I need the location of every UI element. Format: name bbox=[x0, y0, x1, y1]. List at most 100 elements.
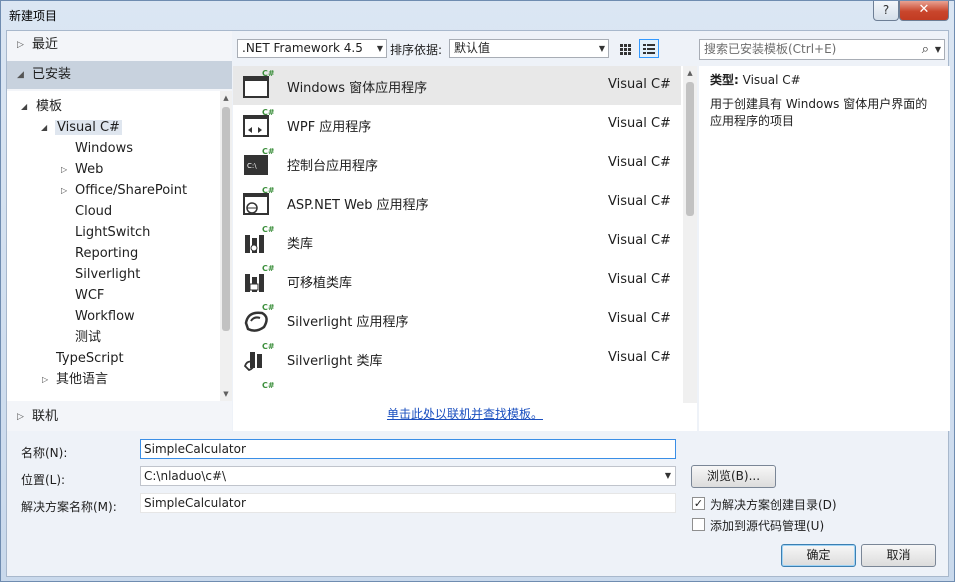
expand-arrow-icon: ▷ bbox=[61, 186, 68, 195]
create-directory-label[interactable]: 为解决方案创建目录(D) bbox=[710, 496, 837, 513]
description-text: 用于创建具有 Windows 窗体用户界面的应用程序的项目 bbox=[710, 97, 928, 128]
template-description: 类型: Visual C# 用于创建具有 Windows 窗体用户界面的应用程序… bbox=[699, 66, 950, 431]
portable-library-icon: C# bbox=[245, 264, 274, 292]
tree-item-typescript[interactable]: TypeScript bbox=[56, 348, 124, 369]
list-view-button[interactable] bbox=[639, 39, 659, 58]
svg-text:C:\: C:\ bbox=[247, 162, 257, 170]
tree-item-templates[interactable]: ◢ 模板 bbox=[21, 96, 62, 117]
svg-text:C#: C# bbox=[262, 69, 274, 78]
checkmark-icon: ✓ bbox=[693, 497, 704, 510]
tree-item-lightswitch[interactable]: LightSwitch bbox=[75, 222, 150, 243]
tree-item-visual-csharp[interactable]: ◢ Visual C# bbox=[41, 117, 122, 138]
ok-button[interactable]: 确定 bbox=[781, 544, 856, 567]
silverlight-icon: C# bbox=[244, 303, 274, 332]
template-item-silverlight-library[interactable]: C# Silverlight 类库 Visual C# bbox=[233, 339, 681, 378]
template-toolbar: .NET Framework 4.5 ▼ 排序依据: 默认值 ▼ bbox=[233, 31, 695, 61]
help-button[interactable]: ? bbox=[873, 1, 899, 21]
scroll-thumb[interactable] bbox=[222, 107, 230, 331]
sort-select[interactable]: 默认值 ▼ bbox=[449, 39, 609, 58]
template-item-class-library[interactable]: C# 类库 Visual C# bbox=[233, 222, 681, 261]
category-pane: ▷ 最近 ◢ 已安装 ◢ 模板 ◢ Visual C# Windows ▷ We… bbox=[7, 31, 232, 431]
template-item-console[interactable]: C:\ C# 控制台应用程序 Visual C# bbox=[233, 144, 681, 183]
name-label: 名称(N): bbox=[21, 446, 68, 460]
create-directory-checkbox[interactable]: ✓ bbox=[692, 497, 705, 510]
template-list-scrollbar[interactable]: ▲ ▼ bbox=[683, 66, 697, 426]
tree-item-wcf[interactable]: WCF bbox=[75, 285, 104, 306]
list-view-icon bbox=[643, 44, 655, 54]
tree-scrollbar[interactable]: ▲ ▼ bbox=[220, 91, 232, 401]
collapse-arrow-icon: ◢ bbox=[21, 102, 28, 111]
scroll-thumb[interactable] bbox=[686, 82, 694, 216]
tree-item-office-sharepoint[interactable]: ▷ Office/SharePoint bbox=[61, 180, 187, 201]
project-name-input[interactable]: SimpleCalculator bbox=[140, 439, 676, 459]
framework-select[interactable]: .NET Framework 4.5 ▼ bbox=[237, 39, 387, 58]
source-control-label[interactable]: 添加到源代码管理(U) bbox=[710, 517, 824, 534]
location-label: 位置(L): bbox=[21, 473, 66, 487]
template-item-windows-forms[interactable]: C# Windows 窗体应用程序 Visual C# bbox=[233, 66, 681, 105]
solution-name-label: 解决方案名称(M): bbox=[21, 500, 117, 514]
tree-item-windows[interactable]: Windows bbox=[75, 138, 133, 159]
svg-text:C#: C# bbox=[262, 147, 274, 156]
project-form: 名称(N): SimpleCalculator 位置(L): C:\nladuo… bbox=[7, 431, 948, 576]
wpf-icon: C# bbox=[243, 108, 274, 137]
small-icons-view-button[interactable] bbox=[615, 39, 635, 58]
scroll-up-icon[interactable]: ▲ bbox=[683, 66, 697, 80]
solution-name-input[interactable]: SimpleCalculator bbox=[140, 493, 676, 513]
expand-arrow-icon: ▷ bbox=[61, 165, 68, 174]
svg-text:C#: C# bbox=[262, 264, 274, 273]
category-recent[interactable]: ▷ 最近 bbox=[7, 31, 232, 59]
search-icon[interactable]: ⌕ bbox=[922, 40, 929, 59]
online-templates-link[interactable]: 单击此处以联机并查找模板。 bbox=[387, 407, 543, 421]
template-search[interactable]: 搜索已安装模板(Ctrl+E) ⌕ ▼ bbox=[699, 39, 945, 60]
window-title: 新建项目 bbox=[9, 9, 58, 23]
chevron-down-icon: ▼ bbox=[598, 44, 605, 53]
expand-arrow-icon: ▷ bbox=[17, 40, 24, 50]
template-list: C# Windows 窗体应用程序 Visual C# C# WPF 应用程序 … bbox=[233, 66, 697, 426]
expand-arrow-icon: ▷ bbox=[17, 412, 24, 422]
installed-tree: ◢ 模板 ◢ Visual C# Windows ▷ Web ▷ Office/… bbox=[7, 91, 232, 401]
dialog-body: ▷ 最近 ◢ 已安装 ◢ 模板 ◢ Visual C# Windows ▷ We… bbox=[6, 30, 950, 577]
template-item-aspnet[interactable]: C# ASP.NET Web 应用程序 Visual C# bbox=[233, 183, 681, 222]
tree-item-reporting[interactable]: Reporting bbox=[75, 243, 138, 264]
location-combobox[interactable]: C:\nladuo\c#\ ▼ bbox=[140, 466, 676, 486]
tree-item-other-languages[interactable]: ▷ 其他语言 bbox=[42, 369, 108, 390]
silverlight-library-icon: C# bbox=[243, 342, 274, 372]
svg-text:C#: C# bbox=[262, 225, 274, 234]
browse-button[interactable]: 浏览(B)... bbox=[691, 465, 776, 488]
tree-item-cloud[interactable]: Cloud bbox=[75, 201, 112, 222]
template-item-silverlight-app[interactable]: C# Silverlight 应用程序 Visual C# bbox=[233, 300, 681, 339]
tree-item-workflow[interactable]: Workflow bbox=[75, 306, 135, 327]
class-library-icon: C# bbox=[245, 225, 274, 253]
tree-item-web[interactable]: ▷ Web bbox=[61, 159, 103, 180]
svg-text:C#: C# bbox=[262, 303, 274, 312]
new-project-dialog: 新建项目 ? ✕ ▷ 最近 ◢ 已安装 ◢ 模板 ◢ Visual C# Win… bbox=[0, 0, 955, 582]
chevron-down-icon[interactable]: ▼ bbox=[665, 467, 671, 485]
sort-label: 排序依据: bbox=[390, 43, 443, 57]
console-icon: C:\ C# bbox=[244, 147, 274, 175]
scroll-down-icon[interactable]: ▼ bbox=[220, 387, 232, 401]
online-templates-area: 单击此处以联机并查找模板。 bbox=[233, 403, 697, 431]
svg-text:C#: C# bbox=[262, 381, 274, 390]
title-bar: 新建项目 ? ✕ bbox=[1, 1, 954, 31]
svg-text:C#: C# bbox=[262, 108, 274, 117]
template-item-portable-library[interactable]: C# 可移植类库 Visual C# bbox=[233, 261, 681, 300]
scroll-up-icon[interactable]: ▲ bbox=[220, 91, 232, 105]
template-item-wpf[interactable]: C# WPF 应用程序 Visual C# bbox=[233, 105, 681, 144]
cancel-button[interactable]: 取消 bbox=[861, 544, 936, 567]
grid-view-icon bbox=[620, 44, 631, 55]
svg-text:C#: C# bbox=[262, 342, 274, 351]
source-control-checkbox[interactable] bbox=[692, 518, 705, 531]
tree-item-silverlight[interactable]: Silverlight bbox=[75, 264, 140, 285]
windows-forms-icon: C# bbox=[243, 69, 274, 98]
collapse-arrow-icon: ◢ bbox=[17, 70, 24, 80]
chevron-down-icon[interactable]: ▼ bbox=[935, 40, 941, 59]
expand-arrow-icon: ▷ bbox=[42, 375, 49, 384]
svg-text:C#: C# bbox=[262, 186, 274, 195]
category-installed[interactable]: ◢ 已安装 bbox=[7, 61, 232, 89]
chevron-down-icon: ▼ bbox=[376, 44, 383, 53]
close-button[interactable]: ✕ bbox=[899, 1, 949, 21]
category-online[interactable]: ▷ 联机 bbox=[7, 403, 232, 431]
tree-item-test[interactable]: 测试 bbox=[75, 327, 101, 348]
web-icon: C# bbox=[243, 186, 274, 215]
template-type: 类型: Visual C# bbox=[710, 73, 801, 87]
